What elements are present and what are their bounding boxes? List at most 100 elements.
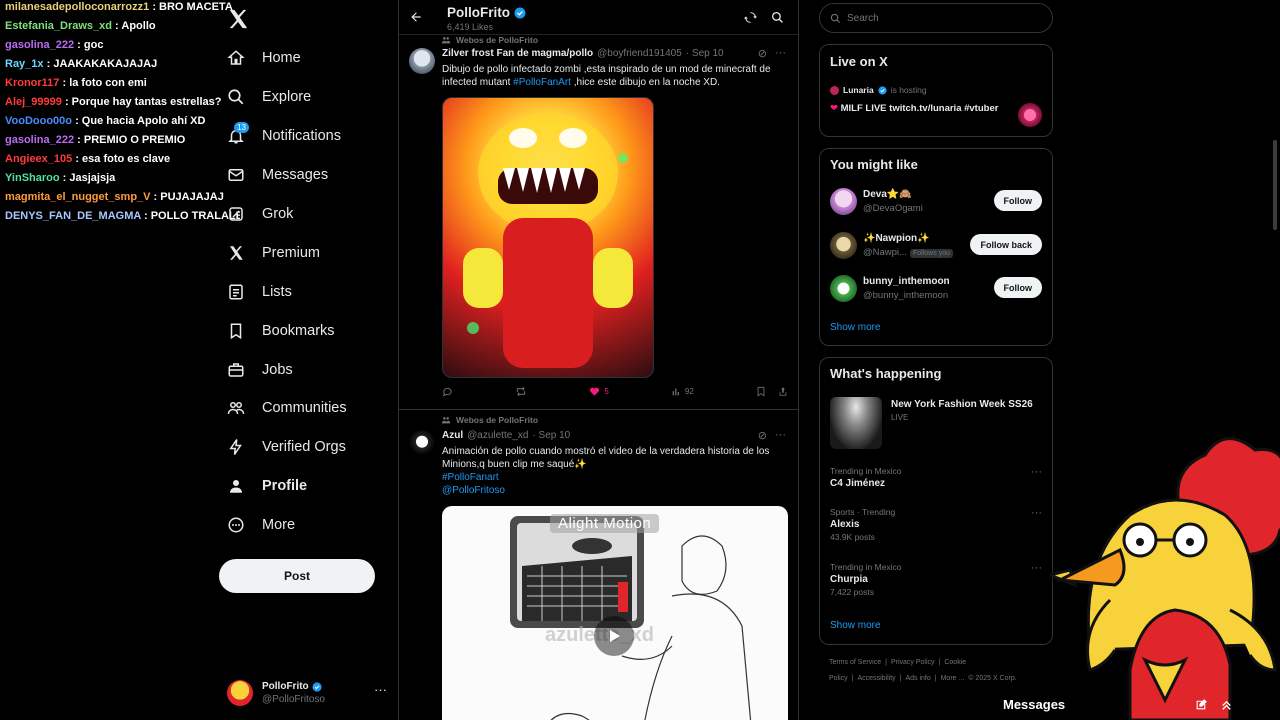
suggested-user[interactable]: ✨Nawpion✨ @Nawpi... Follows you Follow ba… <box>830 230 1042 260</box>
chat-line: Estefania_Draws_xd : Apollo <box>5 20 156 32</box>
trend-item[interactable]: Trending in Mexico Churpia 7,422 posts ·… <box>830 562 1042 598</box>
refresh-icon[interactable] <box>744 11 757 24</box>
footer-link[interactable]: Terms of Service <box>829 659 881 666</box>
tweet-media-video[interactable]: Alight Motion azulette_xd <box>442 506 788 720</box>
footer-link[interactable]: Accessibility <box>858 675 896 682</box>
nav-item-explore[interactable]: Explore <box>223 80 311 114</box>
user-name: ✨Nawpion✨ <box>863 233 930 244</box>
suggested-user[interactable]: Deva⭐🙈 @DevaOgami Follow <box>830 186 1042 216</box>
reply-icon <box>442 387 452 397</box>
more-dots-icon[interactable]: ··· <box>1031 466 1042 478</box>
tweet-author-name[interactable]: Zilver frost Fan de magma/pollo <box>442 48 593 59</box>
chat-message: esa foto es clave <box>82 153 171 165</box>
nav-item-home[interactable]: Home <box>223 41 301 75</box>
show-more-link[interactable]: Show more <box>830 322 881 333</box>
repost-button[interactable] <box>515 386 527 397</box>
more-dots-icon[interactable]: ··· <box>1031 562 1042 574</box>
tweet-date[interactable]: · Sep 10 <box>686 48 724 59</box>
bookmark-icon[interactable] <box>756 386 766 397</box>
chat-username: gasolina_222 <box>5 39 75 51</box>
tweet-2[interactable]: Webos de PolloFrito Azul @azulette_xd · … <box>399 410 798 720</box>
footer-link[interactable]: More ... <box>941 675 965 682</box>
grok-icon[interactable]: ⊘ <box>758 429 767 442</box>
suggested-user[interactable]: bunny_inthemoon @bunny_inthemoon Follow <box>830 273 1042 303</box>
more-dots-icon[interactable]: ··· <box>374 682 387 697</box>
messages-drawer[interactable]: Messages <box>990 688 1260 720</box>
nav-item-label: Bookmarks <box>262 323 335 339</box>
chat-username: Estefania_Draws_xd <box>5 20 112 32</box>
nav-item-bookmarks[interactable]: Bookmarks <box>223 314 335 348</box>
follow-button[interactable]: Follow <box>993 277 1042 298</box>
tweet-1[interactable]: Webos de PolloFrito Zilver frost Fan de … <box>399 35 798 410</box>
new-message-icon[interactable] <box>1195 698 1208 711</box>
search-input[interactable]: Search <box>819 3 1053 33</box>
more-dots-icon[interactable]: ··· <box>1031 507 1042 519</box>
footer-link[interactable]: © 2025 X Corp. <box>968 675 1016 682</box>
nav-item-grok[interactable]: Grok <box>223 197 293 231</box>
hashtag-link[interactable]: #PolloFanart <box>442 471 788 484</box>
social-context: Webos de PolloFrito <box>441 415 538 425</box>
like-button[interactable]: 5 <box>589 386 609 397</box>
footer-link[interactable]: Ads info <box>905 675 930 682</box>
account-switcher[interactable]: PolloFrito @PolloFritoso ··· <box>227 676 387 710</box>
chat-username: gasolina_222 <box>5 134 75 146</box>
trend-item[interactable]: Sports · Trending Alexis 43.9K posts ··· <box>830 507 1042 543</box>
trend-title: C4 Jiménez <box>830 478 886 489</box>
user-name: bunny_inthemoon <box>863 276 950 287</box>
chat-line: Kronor117 : la foto con emi <box>5 77 147 89</box>
tweet-media-image[interactable] <box>442 97 654 378</box>
grok-icon[interactable]: ⊘ <box>758 47 767 60</box>
nav-item-communities[interactable]: Communities <box>223 391 347 425</box>
nav-item-verified-orgs[interactable]: Verified Orgs <box>223 430 346 464</box>
live-avatar[interactable] <box>1018 103 1042 127</box>
post-button[interactable]: Post <box>219 559 375 593</box>
back-arrow-icon[interactable] <box>409 10 423 24</box>
more-dots-icon[interactable]: ··· <box>775 429 786 442</box>
x-logo-icon[interactable] <box>227 8 249 30</box>
tweet-author-name[interactable]: Azul <box>442 430 463 441</box>
avatar[interactable] <box>409 48 435 74</box>
verified-badge-icon <box>878 85 887 95</box>
user-handle: @Nawpi... Follows you <box>863 247 953 258</box>
nav-item-more[interactable]: More <box>223 508 295 542</box>
avatar <box>227 680 253 706</box>
search-icon[interactable] <box>771 11 784 24</box>
nav-item-profile[interactable]: Profile <box>223 469 307 503</box>
nav-item-jobs[interactable]: Jobs <box>223 353 293 387</box>
live-host[interactable]: Lunaria is hosting <box>830 85 927 95</box>
avatar[interactable] <box>409 430 435 456</box>
tweet-date[interactable]: · Sep 10 <box>532 430 570 441</box>
avatar <box>830 232 857 259</box>
nav-item-notifications[interactable]: 13 Notifications <box>223 119 341 153</box>
lightning-icon <box>223 434 249 460</box>
event-card[interactable]: New York Fashion Week SS26 LIVE <box>830 397 1042 451</box>
follow-back-button[interactable]: Follow back <box>970 234 1042 255</box>
bookmark-icon <box>223 318 249 344</box>
nav-item-premium[interactable]: Premium <box>223 236 320 270</box>
nav-item-lists[interactable]: Lists <box>223 275 292 309</box>
user-handle: @DevaOgami <box>863 203 923 214</box>
mention-link[interactable]: @PolloFritoso <box>442 484 788 497</box>
live-stream-title[interactable]: ❤ MILF LIVE twitch.tv/lunaria #vtuber <box>830 102 1010 115</box>
chat-line: magmita_el_nugget_smp_V : PUJAJAJAJ <box>5 191 224 203</box>
hashtag-link[interactable]: #PolloFanArt <box>513 77 571 88</box>
reply-button[interactable] <box>442 386 453 397</box>
stream-chat-overlay: milanesadepolloconarrozz1 : BRO MACETA Es… <box>0 0 240 229</box>
views-button[interactable]: 92 <box>671 387 694 397</box>
nav-item-messages[interactable]: Messages <box>223 158 328 192</box>
trend-item[interactable]: Trending in Mexico C4 Jiménez ··· <box>830 466 1042 491</box>
tweet-author-handle[interactable]: @azulette_xd <box>467 430 528 441</box>
footer-link[interactable]: Privacy Policy <box>891 659 935 666</box>
footer-separator: | <box>934 675 937 682</box>
tweet-author-handle[interactable]: @boyfriend191405 <box>597 48 682 59</box>
more-dots-icon[interactable]: ··· <box>775 47 786 60</box>
chat-line: Ray_1x : JAAKAKAKAJAJAJ <box>5 58 158 70</box>
play-button[interactable] <box>594 616 634 656</box>
bell-icon: 13 <box>223 122 249 149</box>
expand-chevron-icon[interactable] <box>1220 698 1233 711</box>
trend-context: Trending in Mexico <box>830 562 902 572</box>
show-more-link[interactable]: Show more <box>830 620 881 631</box>
scrollbar[interactable] <box>1273 140 1277 230</box>
follow-button[interactable]: Follow <box>993 190 1042 211</box>
share-icon[interactable] <box>778 386 788 397</box>
